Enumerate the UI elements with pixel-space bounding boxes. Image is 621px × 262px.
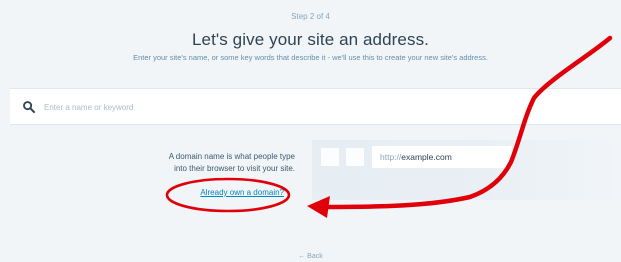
domain-explanation-line-1: A domain name is what people type [168,152,295,161]
back-link[interactable]: ← Back [0,253,621,260]
search-bar[interactable] [10,88,621,125]
browser-illustration: http://example.com [312,140,621,200]
step-indicator: Step 2 of 4 [291,12,330,21]
browser-back-button-illustration [321,148,339,166]
already-own-domain-link[interactable]: Already own a domain? [95,188,284,197]
page-title: Let's give your site an address. [191,30,430,49]
url-prefix: http:// [380,152,402,162]
browser-url-bar-illustration: http://example.com [372,146,512,168]
page-subtitle: Enter your site's name, or some key word… [133,53,488,62]
domain-explanation: A domain name is what people type into t… [95,151,295,175]
url-domain: example.com [401,152,452,162]
domain-explanation-line-2: into their browser to visit your site. [174,164,295,173]
browser-forward-button-illustration [346,148,364,166]
search-input[interactable] [44,97,564,117]
search-icon [22,100,36,114]
